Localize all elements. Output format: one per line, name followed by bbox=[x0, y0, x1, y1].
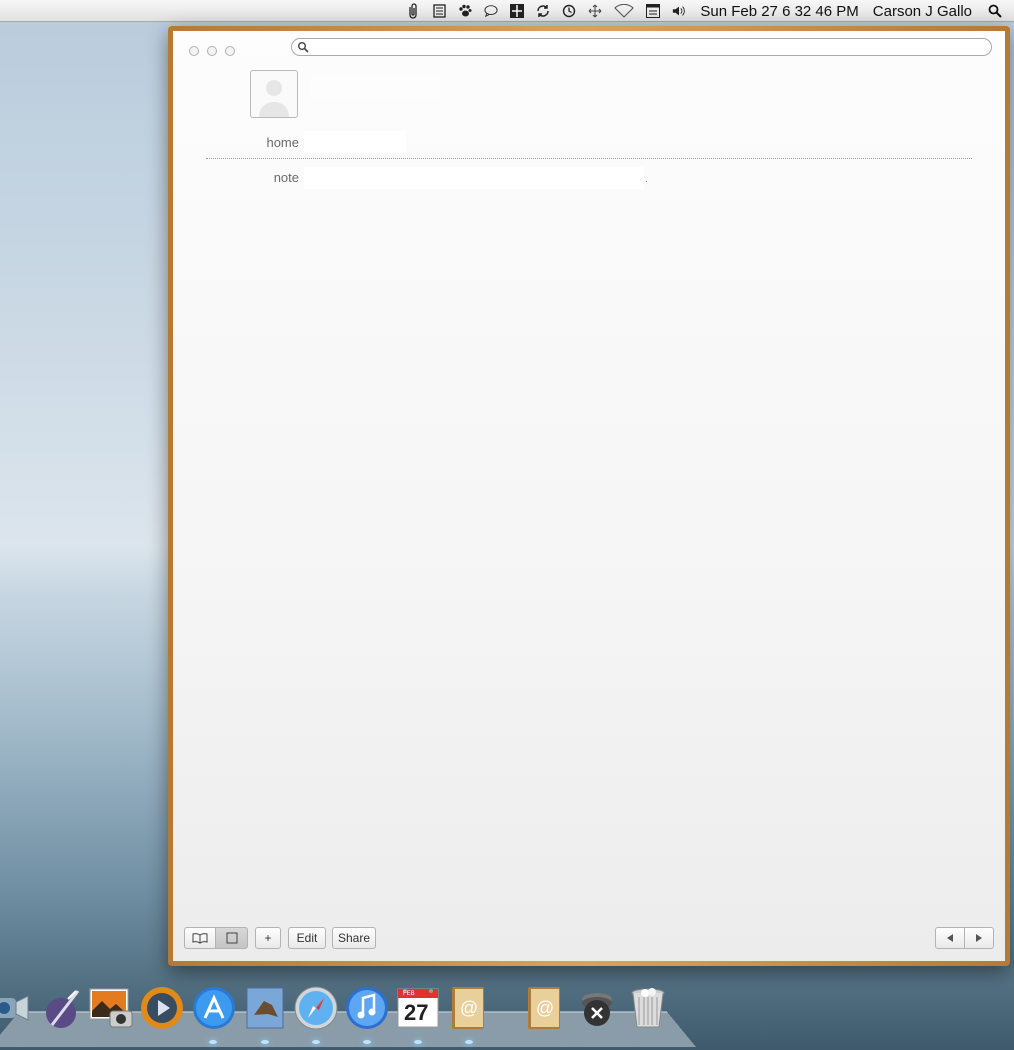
itunes-icon[interactable] bbox=[344, 985, 390, 1031]
address-book-window: home note . + Edit Share bbox=[168, 26, 1010, 966]
menu-bar: Sun Feb 27 6 32 46 PM Carson J Gallo bbox=[0, 0, 1014, 22]
safari-icon[interactable] bbox=[293, 985, 339, 1031]
note-mark: . bbox=[645, 174, 648, 185]
time-machine-icon[interactable] bbox=[562, 4, 576, 18]
svg-text:@: @ bbox=[460, 998, 478, 1018]
menu-extras: Sun Feb 27 6 32 46 PM Carson J Gallo bbox=[400, 0, 1014, 22]
trash-icon[interactable] bbox=[625, 985, 671, 1031]
person-silhouette-icon bbox=[259, 80, 289, 117]
paperclip-icon[interactable] bbox=[406, 3, 420, 19]
arrow-right-icon bbox=[976, 934, 982, 942]
arrow-left-icon bbox=[947, 934, 953, 942]
search-icon bbox=[298, 42, 309, 53]
svg-text:@: @ bbox=[536, 998, 554, 1018]
zoom-button[interactable] bbox=[225, 46, 235, 56]
note-label: note bbox=[273, 170, 299, 185]
previous-card-button[interactable] bbox=[935, 927, 965, 949]
minimize-button[interactable] bbox=[207, 46, 217, 56]
running-indicator bbox=[465, 1040, 473, 1044]
move-icon[interactable] bbox=[588, 4, 602, 18]
field-divider bbox=[206, 158, 972, 159]
calendar-day: 27 bbox=[404, 1000, 429, 1025]
quill-icon[interactable] bbox=[38, 985, 84, 1031]
running-indicator bbox=[209, 1040, 217, 1044]
close-button[interactable] bbox=[189, 46, 199, 56]
bottom-toolbar: + Edit Share bbox=[184, 927, 994, 951]
search-input[interactable] bbox=[312, 40, 976, 56]
search-field[interactable] bbox=[291, 38, 992, 56]
add-contact-button[interactable]: + bbox=[255, 927, 281, 949]
home-value[interactable] bbox=[304, 131, 406, 153]
iphoto-icon[interactable] bbox=[88, 985, 134, 1031]
contact-photo[interactable] bbox=[250, 70, 298, 118]
note-value[interactable] bbox=[304, 167, 644, 189]
window-controls bbox=[189, 46, 235, 56]
address-book-icon[interactable]: @ bbox=[446, 985, 492, 1031]
menu-user-name[interactable]: Carson J Gallo bbox=[873, 3, 972, 20]
facetime-icon[interactable] bbox=[0, 985, 30, 1031]
card-view-icon bbox=[226, 932, 237, 944]
running-indicator bbox=[414, 1040, 422, 1044]
notes-icon[interactable] bbox=[432, 4, 446, 18]
edit-button[interactable]: Edit bbox=[288, 927, 326, 949]
volume-icon[interactable] bbox=[672, 4, 686, 18]
chat-bubble-icon[interactable] bbox=[484, 4, 498, 18]
view-book-button[interactable] bbox=[184, 927, 216, 949]
calendar-dock-icon[interactable]: FEB 27 bbox=[395, 985, 441, 1031]
running-indicator bbox=[363, 1040, 371, 1044]
menu-clock[interactable]: Sun Feb 27 6 32 46 PM bbox=[700, 3, 858, 20]
view-card-button[interactable] bbox=[215, 927, 248, 949]
app-store-icon[interactable] bbox=[191, 985, 237, 1031]
home-label: home bbox=[266, 135, 299, 150]
quicktime-icon[interactable] bbox=[139, 985, 185, 1031]
sync-icon[interactable] bbox=[536, 4, 550, 18]
contact-name-field[interactable] bbox=[310, 74, 440, 98]
stacks-close-icon[interactable] bbox=[574, 985, 620, 1031]
spotlight-icon[interactable] bbox=[988, 4, 1002, 18]
running-indicator bbox=[261, 1040, 269, 1044]
running-indicator bbox=[312, 1040, 320, 1044]
share-button[interactable]: Share bbox=[332, 927, 376, 949]
paw-icon[interactable] bbox=[458, 4, 472, 18]
next-card-button[interactable] bbox=[964, 927, 994, 949]
calendar-icon[interactable] bbox=[646, 4, 661, 18]
open-book-icon bbox=[192, 933, 208, 944]
preview-icon[interactable] bbox=[242, 985, 288, 1031]
address-book-running-icon[interactable]: @ bbox=[522, 985, 568, 1031]
status-icon[interactable] bbox=[510, 4, 525, 18]
card-page: home note . + Edit Share bbox=[173, 31, 1005, 961]
wifi-icon[interactable] bbox=[614, 4, 635, 18]
calendar-month: FEB bbox=[403, 991, 415, 997]
